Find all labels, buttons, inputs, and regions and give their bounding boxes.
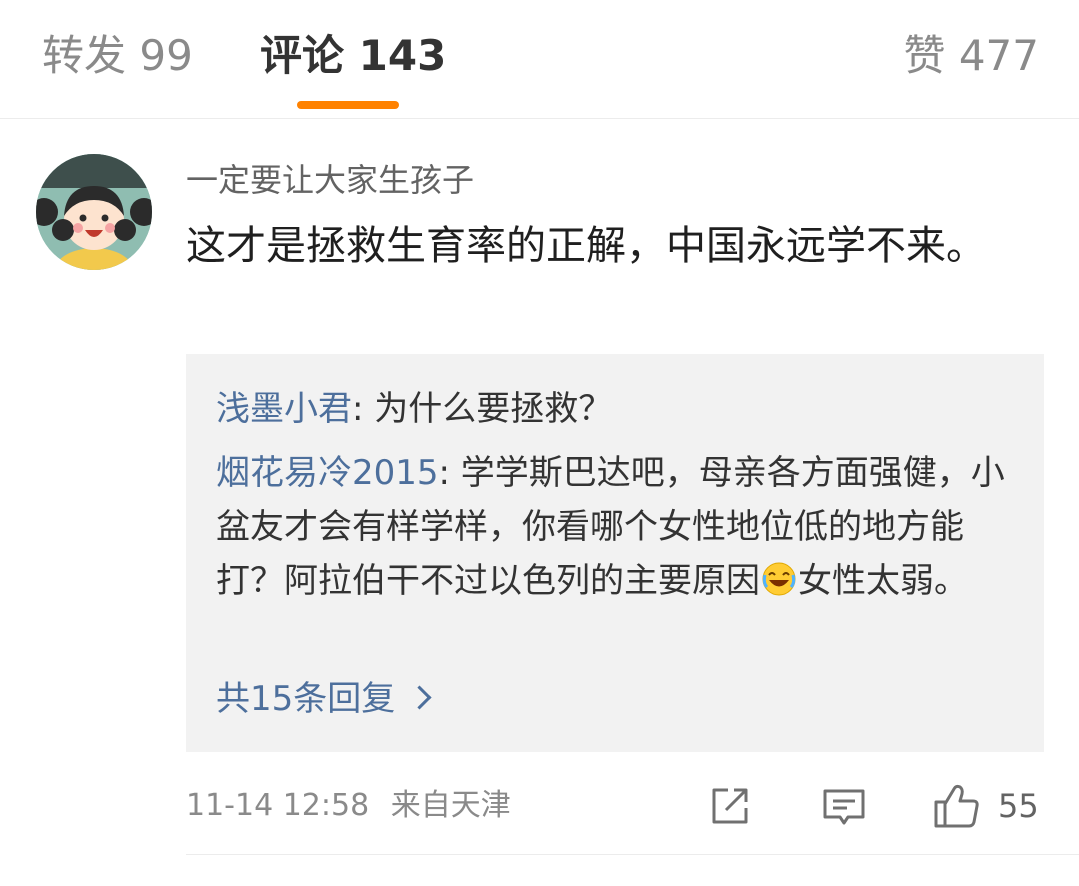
more-replies-link[interactable]: 共15条回复 [216, 674, 432, 724]
reply-text: 为什么要拯救？ [374, 389, 613, 429]
tab-bar: 转发 99 评论 143 赞 477 [0, 0, 1079, 119]
cartoon-girl-avatar-icon [36, 154, 152, 270]
like-count: 55 [998, 787, 1039, 825]
reply-separator: : [438, 453, 461, 493]
like-button[interactable]: 55 [932, 778, 1039, 834]
comment-content: 这才是拯救生育率的正解，中国永远学不来。 [186, 223, 986, 269]
reply-author[interactable]: 浅墨小君 [216, 389, 352, 429]
chevron-right-icon [407, 685, 432, 710]
comment-icon [823, 789, 865, 825]
share-icon [712, 788, 748, 824]
divider [186, 854, 1079, 855]
reply-text: 女性太弱。 [798, 561, 968, 601]
tab-likes[interactable]: 赞 477 [903, 30, 1039, 82]
active-tab-indicator [297, 101, 399, 109]
reply-author[interactable]: 烟花易冷2015 [216, 453, 439, 493]
reply-item: 浅墨小君: 为什么要拯救？ [216, 382, 1006, 436]
comment-location: 来自天津 [390, 788, 511, 823]
tab-comments[interactable]: 评论 143 [260, 30, 446, 82]
comment-meta: 11-14 12:58 来自天津 [186, 784, 511, 828]
reply-preview-box[interactable]: 浅墨小君: 为什么要拯救？ 烟花易冷2015: 学学斯巴达吧，母亲各方面强健，小… [186, 354, 1044, 752]
thumbs-up-icon [934, 784, 979, 828]
comment-username[interactable]: 一定要让大家生孩子 [186, 158, 474, 202]
more-replies-label: 共15条回复 [216, 679, 396, 719]
tab-repost[interactable]: 转发 99 [42, 30, 193, 82]
reply-button[interactable] [820, 778, 868, 834]
reply-item: 烟花易冷2015: 学学斯巴达吧，母亲各方面强健，小盆友才会有样学样，你看哪个女… [216, 446, 1006, 608]
avatar[interactable] [36, 154, 152, 270]
comment-timestamp: 11-14 12:58 [186, 788, 370, 823]
laughing-crying-emoji-icon [762, 562, 796, 596]
share-button[interactable] [706, 778, 754, 834]
reply-separator: : [352, 389, 375, 429]
